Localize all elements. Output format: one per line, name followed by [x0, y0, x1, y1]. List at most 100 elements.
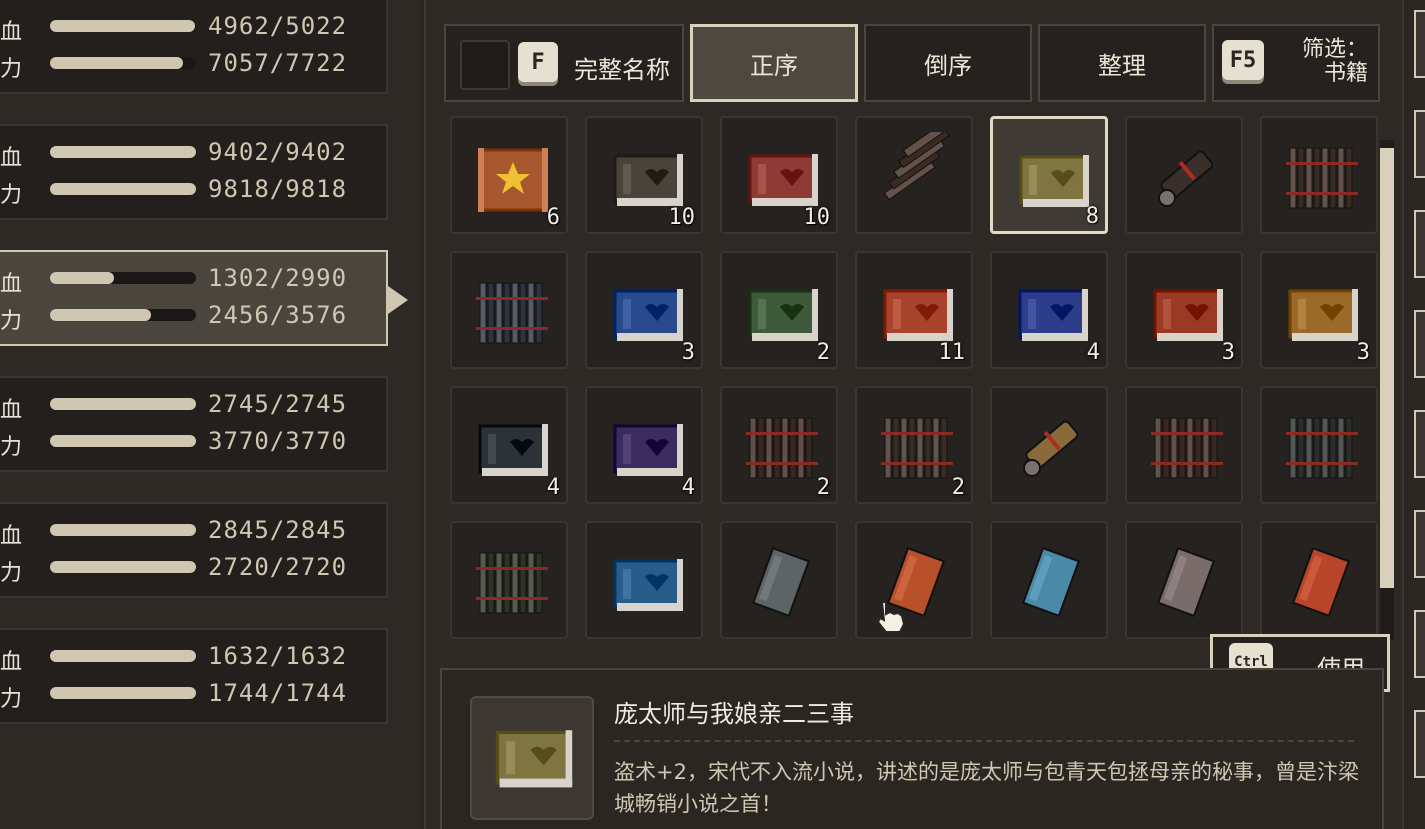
hp-row: 乏血 2745/2745 — [0, 390, 380, 423]
inventory-slot[interactable] — [1125, 521, 1243, 639]
inventory-slot[interactable] — [1260, 521, 1378, 639]
hp-label: 乏血 — [0, 650, 23, 675]
inventory-slot[interactable]: 4 — [450, 386, 568, 504]
hp-value: 2845/2845 — [208, 516, 348, 544]
item-count: 6 — [546, 205, 560, 230]
inventory-slot[interactable]: 10 — [585, 116, 703, 234]
book-icon — [748, 289, 818, 341]
mp-label: 内力 — [0, 561, 23, 586]
fullname-toggle-button[interactable]: F 完整名称 — [444, 24, 684, 102]
tidy-button[interactable]: 整理 — [1038, 24, 1206, 102]
hp-bar — [50, 650, 196, 662]
item-count: 2 — [951, 475, 965, 500]
inventory-slot[interactable]: 11 — [855, 251, 973, 369]
fullname-checkbox[interactable] — [460, 40, 510, 90]
book-icon — [613, 424, 683, 476]
mp-bar-fill — [50, 309, 151, 321]
hp-bar — [50, 20, 196, 32]
item-count: 8 — [1085, 204, 1099, 229]
side-tab[interactable] — [1414, 10, 1425, 78]
hp-label: 乏血 — [0, 20, 23, 45]
side-tab[interactable] — [1414, 310, 1425, 378]
inventory-slot[interactable] — [585, 521, 703, 639]
mp-label: 内力 — [0, 57, 23, 82]
inventory-slot[interactable] — [720, 521, 838, 639]
hp-label: 乏血 — [0, 398, 23, 423]
item-count: 10 — [668, 205, 696, 230]
side-tab[interactable] — [1414, 710, 1425, 778]
mp-value: 3770/3770 — [208, 427, 348, 455]
mp-value: 9818/9818 — [208, 175, 348, 203]
inventory-slot[interactable] — [990, 386, 1108, 504]
manual-icon — [751, 546, 811, 618]
mp-bar-fill — [50, 435, 196, 447]
book-icon — [1018, 289, 1088, 341]
hp-value: 1632/1632 — [208, 642, 348, 670]
inventory-slot[interactable]: 4 — [990, 251, 1108, 369]
mp-row: 内力 2720/2720 — [0, 553, 380, 586]
inventory-slot[interactable]: 10 — [720, 116, 838, 234]
party-panel: 乏血 4962/5022 内力 7057/7722 乏血 9402/9402 内力 9818/… — [0, 0, 420, 829]
sort-ascending-button[interactable]: 正序 — [690, 24, 858, 102]
inventory-slot[interactable]: 4 — [585, 386, 703, 504]
inventory-slot[interactable]: 2 — [720, 386, 838, 504]
mp-bar — [50, 561, 196, 573]
filter-button[interactable]: F5 筛选： 书籍 — [1212, 24, 1380, 102]
item-count: 4 — [1086, 340, 1100, 365]
item-count: 2 — [816, 340, 830, 365]
hp-value: 4962/5022 — [208, 12, 348, 40]
inventory-slot[interactable] — [1125, 386, 1243, 504]
inventory-slot[interactable] — [1260, 386, 1378, 504]
detail-divider — [614, 740, 1354, 742]
party-member-card[interactable]: 乏血 9402/9402 内力 9818/9818 — [0, 124, 388, 220]
inventory-slot[interactable]: 2 — [720, 251, 838, 369]
side-tab[interactable] — [1414, 610, 1425, 678]
inventory-slot[interactable] — [450, 521, 568, 639]
hp-bar-fill — [50, 650, 196, 662]
tidy-label: 整理 — [1098, 51, 1146, 80]
book-icon — [495, 730, 573, 788]
party-member-card[interactable]: 乏血 2745/2745 内力 3770/3770 — [0, 376, 388, 472]
side-tab[interactable] — [1414, 210, 1425, 278]
rolled-scroll-icon — [1158, 150, 1214, 207]
book-icon — [1288, 289, 1358, 341]
hp-bar — [50, 398, 196, 410]
party-member-card[interactable]: 乏血 1302/2990 内力 2456/3576 — [0, 250, 408, 346]
inventory-scrollbar[interactable] — [1380, 140, 1394, 640]
inventory-slot[interactable]: 3 — [1260, 251, 1378, 369]
inventory-grid: 6 10 10 8 3 2 11 4 3 3 4 4 2 2 — [450, 116, 1380, 656]
inventory-slot[interactable]: 8 — [990, 116, 1108, 234]
side-tab[interactable] — [1414, 510, 1425, 578]
party-member-card[interactable]: 乏血 2845/2845 内力 2720/2720 — [0, 502, 388, 598]
hp-bar — [50, 272, 196, 284]
inventory-slot[interactable] — [855, 116, 973, 234]
mp-bar — [50, 57, 196, 69]
inventory-slot[interactable] — [450, 251, 568, 369]
item-count: 4 — [681, 475, 695, 500]
manual-icon — [1021, 546, 1081, 618]
mp-value: 2456/3576 — [208, 301, 348, 329]
inventory-slot[interactable] — [855, 521, 973, 639]
party-member-card[interactable]: 乏血 1632/1632 内力 1744/1744 — [0, 628, 388, 724]
hp-value: 2745/2745 — [208, 390, 348, 418]
hand-cursor-icon — [876, 601, 906, 633]
inventory-slot[interactable] — [1125, 116, 1243, 234]
mp-bar-fill — [50, 561, 196, 573]
hp-label: 乏血 — [0, 524, 23, 549]
inventory-slot[interactable]: 3 — [1125, 251, 1243, 369]
inventory-slot[interactable]: 6 — [450, 116, 568, 234]
inventory-slot[interactable] — [990, 521, 1108, 639]
inventory-slot[interactable] — [1260, 116, 1378, 234]
side-tab[interactable] — [1414, 410, 1425, 478]
side-tab[interactable] — [1414, 110, 1425, 178]
book-icon — [613, 559, 683, 611]
party-member-card[interactable]: 乏血 4962/5022 内力 7057/7722 — [0, 0, 388, 94]
scrollbar-thumb[interactable] — [1380, 148, 1394, 588]
mp-bar — [50, 435, 196, 447]
manual-icon — [1156, 546, 1216, 618]
bamboo-scroll-icon — [1151, 417, 1223, 479]
inventory-slot[interactable]: 3 — [585, 251, 703, 369]
hp-value: 1302/2990 — [208, 264, 348, 292]
inventory-slot[interactable]: 2 — [855, 386, 973, 504]
sort-descending-button[interactable]: 倒序 — [864, 24, 1032, 102]
